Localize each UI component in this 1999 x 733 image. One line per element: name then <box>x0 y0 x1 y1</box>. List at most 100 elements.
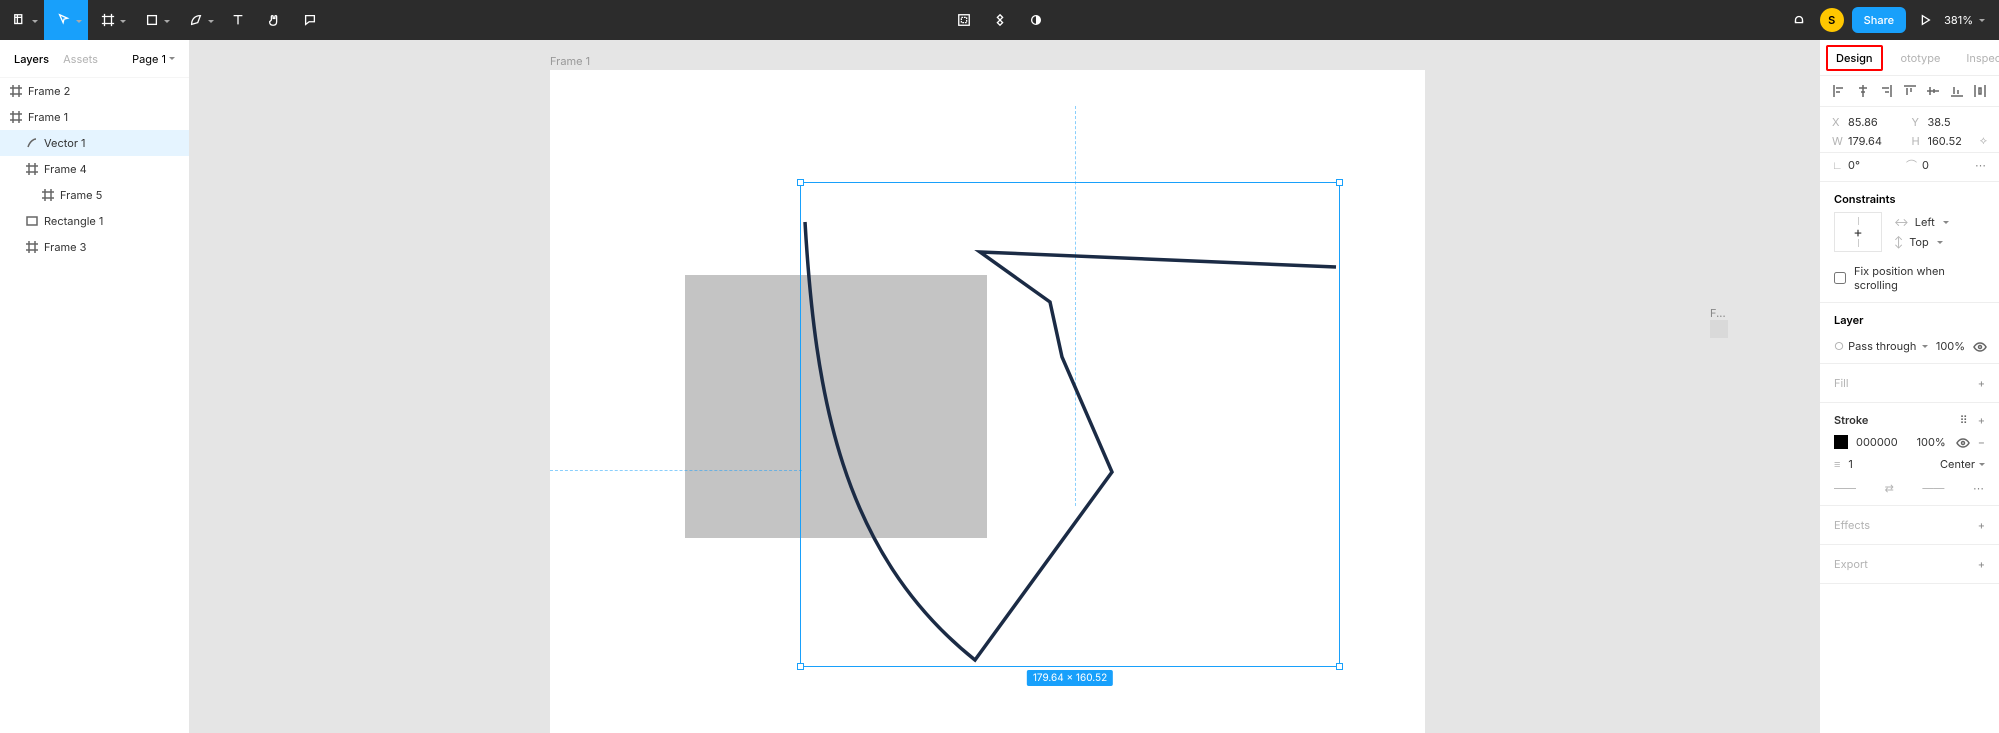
edit-object-tool[interactable] <box>946 0 982 40</box>
present-button[interactable] <box>1914 0 1936 40</box>
tab-prototype[interactable]: ototype <box>1893 47 1949 69</box>
tab-layers[interactable]: Layers <box>14 52 49 66</box>
support-icon[interactable] <box>1786 0 1812 40</box>
resize-handle-br[interactable] <box>1336 663 1343 670</box>
align-bottom-icon[interactable] <box>1950 84 1964 98</box>
layer-frame4[interactable]: Frame 4 <box>0 156 189 182</box>
stroke-weight-value[interactable]: 1 <box>1848 457 1852 471</box>
constraint-h-select[interactable]: ↔Left <box>1894 215 1949 229</box>
stroke-visibility-icon[interactable] <box>1956 436 1968 448</box>
top-toolbar: S Share 381% <box>0 0 1999 40</box>
zoom-selector[interactable]: 381% <box>1944 13 1985 27</box>
radius-value[interactable]: 0 <box>1922 158 1929 172</box>
frame-1[interactable]: 179.64 × 160.52 <box>550 70 1425 733</box>
canvas[interactable]: Frame 1 179.64 × 160.52 F... <box>190 40 1819 733</box>
align-right-icon[interactable] <box>1879 84 1893 98</box>
hand-tool[interactable] <box>256 0 292 40</box>
align-vcenter-icon[interactable] <box>1926 84 1940 98</box>
tab-assets[interactable]: Assets <box>63 52 98 66</box>
component-tool[interactable] <box>982 0 1018 40</box>
x-label: X <box>1832 115 1842 129</box>
rotation-value[interactable]: 0° <box>1848 158 1860 172</box>
x-value[interactable]: 85.86 <box>1848 115 1878 129</box>
user-avatar[interactable]: S <box>1820 8 1844 32</box>
tab-inspect[interactable]: Inspect <box>1958 47 1999 69</box>
stroke-color-swatch[interactable] <box>1834 435 1848 449</box>
y-label: Y <box>1912 115 1922 129</box>
stroke-opacity-value[interactable]: 100% <box>1917 435 1946 449</box>
resize-handle-bl[interactable] <box>797 663 804 670</box>
align-hcenter-icon[interactable] <box>1856 84 1870 98</box>
constraint-v-select[interactable]: ↕Top <box>1894 235 1949 249</box>
align-top-icon[interactable] <box>1903 84 1917 98</box>
link-wh-icon[interactable]: ⟡ <box>1980 133 1987 148</box>
stroke-style-icon[interactable]: ⠿ <box>1960 413 1968 427</box>
frame-icon <box>42 189 54 201</box>
move-tool[interactable] <box>44 0 88 40</box>
add-effect-button[interactable]: + <box>1978 518 1985 532</box>
frame-icon <box>10 111 22 123</box>
distribute-icon[interactable] <box>1973 84 1987 98</box>
frame-icon <box>10 85 22 97</box>
frame-icon <box>26 241 38 253</box>
remove-stroke-button[interactable]: − <box>1978 435 1985 449</box>
blend-mode-select[interactable]: ○Pass through <box>1834 339 1928 353</box>
comment-tool[interactable] <box>292 0 328 40</box>
add-stroke-button[interactable]: + <box>1978 413 1985 427</box>
h-value[interactable]: 160.52 <box>1928 134 1962 148</box>
selection-bounds[interactable]: 179.64 × 160.52 <box>800 182 1340 667</box>
text-tool[interactable] <box>220 0 256 40</box>
constraints-target[interactable]: + <box>1834 212 1882 252</box>
tab-design[interactable]: Design <box>1826 45 1883 71</box>
layer-opacity-value[interactable]: 100% <box>1936 339 1965 353</box>
page-selector[interactable]: Page 1 <box>132 52 175 66</box>
stroke-start-cap[interactable]: —— <box>1834 481 1856 495</box>
fix-position-checkbox[interactable] <box>1834 272 1846 284</box>
layer-label: Frame 3 <box>44 240 86 254</box>
layer-label: Frame 5 <box>60 188 102 202</box>
effects-section: Effects + <box>1820 506 1999 545</box>
alignment-controls <box>1820 76 1999 107</box>
frame-icon <box>26 163 38 175</box>
stroke-end-cap[interactable]: —— <box>1922 481 1944 495</box>
constraints-title: Constraints <box>1820 182 1999 212</box>
frame-title-label[interactable]: Frame 1 <box>550 54 590 68</box>
stroke-align-value: Center <box>1940 457 1975 471</box>
visibility-icon[interactable] <box>1973 340 1985 352</box>
frame-tool[interactable] <box>88 0 132 40</box>
layer-frame1[interactable]: Frame 1 <box>0 104 189 130</box>
stroke-more-icon[interactable]: ⋯ <box>1973 481 1985 495</box>
align-left-icon[interactable] <box>1832 84 1846 98</box>
stroke-align-select[interactable]: Center <box>1940 457 1985 471</box>
main-menu-button[interactable] <box>0 0 44 40</box>
layers-panel: Layers Assets Page 1 Frame 2 Frame 1 Vec… <box>0 40 190 733</box>
layer-frame5[interactable]: Frame 5 <box>0 182 189 208</box>
layer-frame2[interactable]: Frame 2 <box>0 78 189 104</box>
add-fill-button[interactable]: + <box>1978 376 1985 390</box>
layer-frame3[interactable]: Frame 3 <box>0 234 189 260</box>
layer-label: Vector 1 <box>44 136 86 150</box>
resize-handle-tl[interactable] <box>797 179 804 186</box>
add-export-button[interactable]: + <box>1978 557 1985 571</box>
effects-title: Effects <box>1834 518 1870 532</box>
alignment-guide-horizontal <box>550 470 802 471</box>
radius-icon: ⌒ <box>1906 157 1916 173</box>
stroke-hex-value[interactable]: 000000 <box>1856 435 1898 449</box>
position-size-section: X85.86 Y38.5 W179.64 H160.52⟡ <box>1820 107 1999 153</box>
floating-frame[interactable] <box>1710 320 1728 338</box>
blend-mode-value: Pass through <box>1848 339 1916 353</box>
constraints-controls: + ↔Left ↕Top <box>1820 212 1999 260</box>
fix-position-label: Fix position when scrolling <box>1854 264 1985 292</box>
w-value[interactable]: 179.64 <box>1848 134 1882 148</box>
layer-vector1[interactable]: Vector 1 <box>0 130 189 156</box>
h-label: H <box>1912 134 1922 148</box>
stroke-swap-icon[interactable]: ⇄ <box>1885 481 1894 495</box>
more-options-icon[interactable]: ⋯ <box>1975 158 1987 172</box>
y-value[interactable]: 38.5 <box>1928 115 1951 129</box>
pen-tool[interactable] <box>176 0 220 40</box>
shape-tool[interactable] <box>132 0 176 40</box>
layer-rectangle1[interactable]: Rectangle 1 <box>0 208 189 234</box>
share-button[interactable]: Share <box>1852 7 1906 33</box>
mask-tool[interactable] <box>1018 0 1054 40</box>
resize-handle-tr[interactable] <box>1336 179 1343 186</box>
